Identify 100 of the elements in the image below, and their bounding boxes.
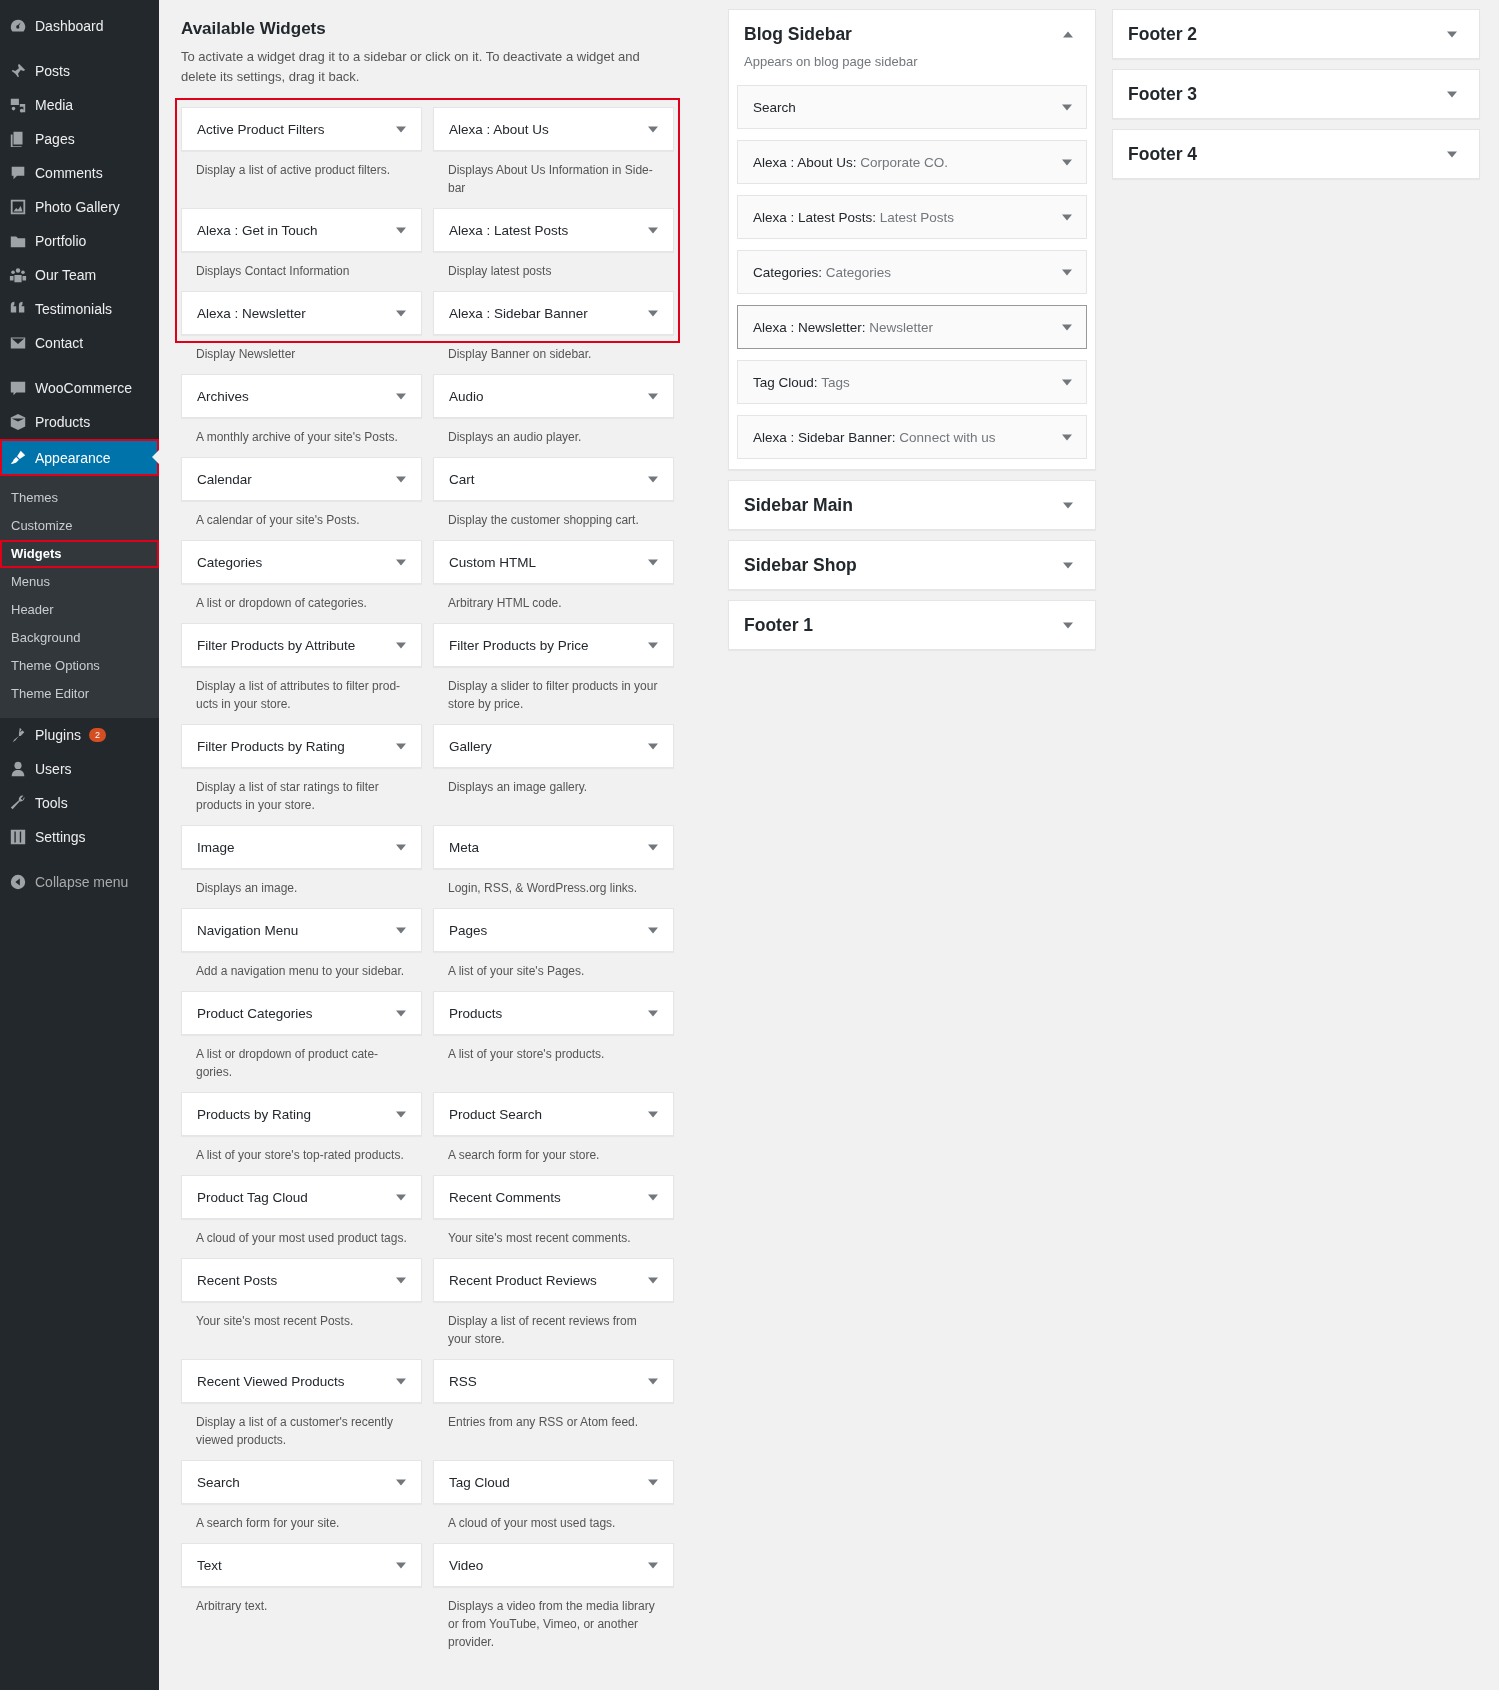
widget-handle[interactable]: Recent Posts	[181, 1258, 422, 1302]
caret-icon[interactable]	[648, 392, 658, 400]
widget-handle[interactable]: Archives	[181, 374, 422, 418]
caret-icon[interactable]	[648, 742, 658, 750]
menu-item[interactable]: Pages	[0, 122, 159, 156]
caret-icon[interactable]	[396, 475, 406, 483]
caret-icon[interactable]	[1062, 213, 1072, 221]
caret-icon[interactable]	[396, 1478, 406, 1486]
caret-icon[interactable]	[1063, 561, 1073, 569]
caret-icon[interactable]	[396, 1561, 406, 1569]
widget-handle[interactable]: Recent Product Reviews	[433, 1258, 674, 1302]
caret-icon[interactable]	[648, 1276, 658, 1284]
caret-icon[interactable]	[396, 1377, 406, 1385]
caret-icon[interactable]	[648, 641, 658, 649]
caret-icon[interactable]	[396, 843, 406, 851]
caret-icon[interactable]	[396, 742, 406, 750]
menu-item[interactable]: Dashboard	[0, 9, 159, 43]
widget-area-header[interactable]: Footer 4	[1113, 130, 1479, 178]
submenu-item[interactable]: Theme Editor	[0, 680, 159, 708]
caret-icon[interactable]	[648, 558, 658, 566]
widget-area-header[interactable]: Sidebar Main	[729, 481, 1095, 529]
widget-handle[interactable]: Alexa : About Us	[433, 107, 674, 151]
widget-handle[interactable]: Custom HTML	[433, 540, 674, 584]
caret-icon[interactable]	[648, 1193, 658, 1201]
widget-handle[interactable]: Tag Cloud	[433, 1460, 674, 1504]
caret-icon[interactable]	[396, 125, 406, 133]
submenu-item[interactable]: Customize	[0, 512, 159, 540]
menu-item[interactable]: Users	[0, 752, 159, 786]
caret-icon[interactable]	[1062, 378, 1072, 386]
caret-icon[interactable]	[648, 1561, 658, 1569]
widget-handle[interactable]: Cart	[433, 457, 674, 501]
placed-widget[interactable]: Alexa : Latest Posts: Latest Posts	[737, 195, 1087, 239]
caret-icon[interactable]	[648, 1478, 658, 1486]
caret-icon[interactable]	[648, 926, 658, 934]
placed-widget[interactable]: Tag Cloud: Tags	[737, 360, 1087, 404]
submenu-item[interactable]: Menus	[0, 568, 159, 596]
menu-item[interactable]: Media	[0, 88, 159, 122]
caret-icon[interactable]	[396, 1276, 406, 1284]
caret-icon[interactable]	[396, 1110, 406, 1118]
menu-item[interactable]: Portfolio	[0, 224, 159, 258]
menu-item[interactable]: Testimonials	[0, 292, 159, 326]
menu-item[interactable]: Posts	[0, 54, 159, 88]
caret-icon[interactable]	[1062, 433, 1072, 441]
menu-item[interactable]: Comments	[0, 156, 159, 190]
caret-icon[interactable]	[648, 125, 658, 133]
widget-handle[interactable]: Video	[433, 1543, 674, 1587]
widget-area-header[interactable]: Footer 3	[1113, 70, 1479, 118]
widget-handle[interactable]: Filter Products by Price	[433, 623, 674, 667]
submenu-item[interactable]: Widgets	[0, 540, 159, 568]
widget-handle[interactable]: Gallery	[433, 724, 674, 768]
widget-handle[interactable]: Alexa : Newsletter	[181, 291, 422, 335]
caret-icon[interactable]	[1063, 621, 1073, 629]
menu-item[interactable]: Contact	[0, 326, 159, 360]
submenu-item[interactable]: Themes	[0, 484, 159, 512]
widget-handle[interactable]: Alexa : Sidebar Banner	[433, 291, 674, 335]
caret-icon[interactable]	[1447, 90, 1457, 98]
placed-widget[interactable]: Alexa : About Us: Corporate CO.	[737, 140, 1087, 184]
caret-icon[interactable]	[396, 1193, 406, 1201]
widget-handle[interactable]: RSS	[433, 1359, 674, 1403]
widget-handle[interactable]: Active Product Filters	[181, 107, 422, 151]
caret-icon[interactable]	[1062, 103, 1072, 111]
caret-icon[interactable]	[396, 558, 406, 566]
widget-handle[interactable]: Recent Viewed Products	[181, 1359, 422, 1403]
caret-icon[interactable]	[1447, 150, 1457, 158]
menu-item[interactable]: Appearance	[0, 439, 159, 476]
widget-handle[interactable]: Navigation Menu	[181, 908, 422, 952]
widget-handle[interactable]: Alexa : Latest Posts	[433, 208, 674, 252]
placed-widget[interactable]: Alexa : Sidebar Banner: Connect with us	[737, 415, 1087, 459]
menu-item[interactable]: Our Team	[0, 258, 159, 292]
menu-item[interactable]: Settings	[0, 820, 159, 854]
menu-item[interactable]: Tools	[0, 786, 159, 820]
menu-item[interactable]: Products	[0, 405, 159, 439]
widget-handle[interactable]: Categories	[181, 540, 422, 584]
menu-item[interactable]: Photo Gallery	[0, 190, 159, 224]
caret-icon[interactable]	[648, 843, 658, 851]
caret-icon[interactable]	[396, 641, 406, 649]
widget-handle[interactable]: Filter Products by Attribute	[181, 623, 422, 667]
widget-handle[interactable]: Image	[181, 825, 422, 869]
menu-item[interactable]: Collapse menu	[0, 865, 159, 899]
widget-handle[interactable]: Calendar	[181, 457, 422, 501]
caret-icon[interactable]	[648, 309, 658, 317]
caret-icon[interactable]	[1063, 30, 1073, 38]
caret-icon[interactable]	[396, 926, 406, 934]
caret-icon[interactable]	[648, 1377, 658, 1385]
caret-icon[interactable]	[648, 475, 658, 483]
caret-icon[interactable]	[648, 226, 658, 234]
widget-handle[interactable]: Search	[181, 1460, 422, 1504]
widget-area-header[interactable]: Sidebar Shop	[729, 541, 1095, 589]
caret-icon[interactable]	[1062, 323, 1072, 331]
caret-icon[interactable]	[1063, 501, 1073, 509]
widget-handle[interactable]: Products by Rating	[181, 1092, 422, 1136]
caret-icon[interactable]	[648, 1110, 658, 1118]
caret-icon[interactable]	[1062, 158, 1072, 166]
widget-handle[interactable]: Meta	[433, 825, 674, 869]
caret-icon[interactable]	[396, 226, 406, 234]
widget-handle[interactable]: Text	[181, 1543, 422, 1587]
caret-icon[interactable]	[1062, 268, 1072, 276]
widget-handle[interactable]: Product Search	[433, 1092, 674, 1136]
widget-handle[interactable]: Products	[433, 991, 674, 1035]
menu-item[interactable]: Plugins 2	[0, 718, 159, 752]
